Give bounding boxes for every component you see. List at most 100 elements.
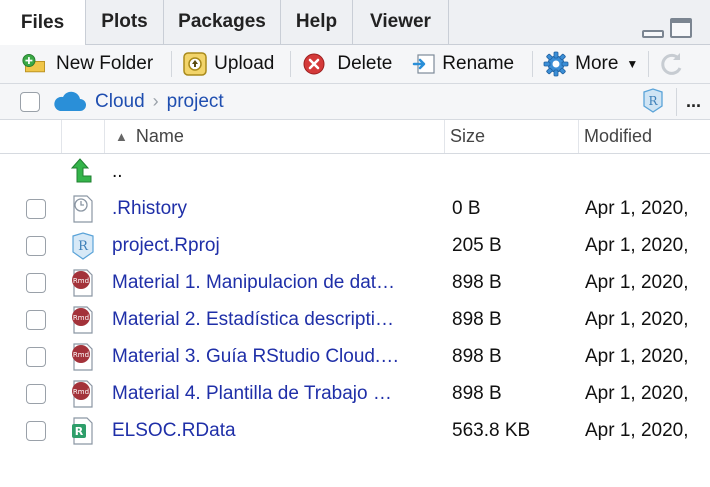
upload-label: Upload (214, 53, 275, 74)
maximize-pane-icon[interactable] (670, 18, 692, 38)
table-row[interactable]: Rmd Material 4. Plantilla de Trabajo … 8… (0, 375, 710, 412)
sort-ascending-icon: ▲ (115, 129, 128, 144)
more-menu-button[interactable]: More ▼ (543, 45, 638, 83)
file-name-link[interactable]: Material 2. Estadística descripti… (112, 309, 442, 331)
row-checkbox[interactable] (26, 272, 46, 293)
row-checkbox[interactable] (26, 309, 46, 330)
table-row[interactable]: R ELSOC.RData 563.8 KB Apr 1, 2020, (0, 412, 710, 449)
tab-viewer[interactable]: Viewer (353, 0, 449, 44)
row-checkbox[interactable] (26, 198, 46, 219)
table-row[interactable]: Rmd Material 2. Estadística descripti… 8… (0, 301, 710, 338)
toolbar-divider (648, 51, 650, 77)
upload-icon (182, 51, 208, 77)
select-all-checkbox[interactable] (20, 91, 40, 112)
file-list-header: ▲ Name Size Modified (0, 120, 710, 154)
delete-button[interactable]: Delete (301, 45, 392, 83)
header-icon-column (62, 120, 105, 153)
toolbar-divider (171, 51, 173, 77)
tab-help[interactable]: Help (281, 0, 353, 44)
more-label: More (575, 53, 619, 74)
gear-icon (543, 51, 569, 77)
delete-icon (301, 51, 327, 77)
breadcrumb-project[interactable]: project (167, 91, 224, 113)
rename-label: Rename (442, 53, 515, 74)
file-modified: Apr 1, 2020, (585, 419, 689, 441)
file-size: 205 B (452, 234, 502, 256)
file-size: 898 B (452, 382, 502, 404)
file-size: 898 B (452, 308, 502, 330)
go-to-project-icon[interactable]: R (640, 88, 666, 114)
tab-packages[interactable]: Packages (164, 0, 281, 44)
header-name[interactable]: ▲ Name (105, 120, 445, 153)
rdata-file-icon: R (70, 417, 96, 445)
file-modified: Apr 1, 2020, (585, 234, 689, 256)
rename-button[interactable]: Rename (412, 45, 514, 83)
chevron-down-icon: ▼ (626, 57, 639, 71)
row-checkbox[interactable] (26, 346, 46, 367)
table-row[interactable]: .Rhistory 0 B Apr 1, 2020, (0, 190, 710, 227)
breadcrumb: Cloud › project R ... (0, 84, 710, 120)
tab-files[interactable]: Files (0, 0, 86, 45)
row-checkbox[interactable] (26, 420, 46, 441)
svg-text:Rmd: Rmd (73, 277, 89, 285)
svg-text:Rmd: Rmd (73, 314, 89, 322)
more-path-button[interactable]: ... (686, 91, 701, 112)
file-name-link[interactable]: project.Rproj (112, 235, 442, 257)
new-folder-label: New Folder (56, 53, 154, 74)
file-modified: Apr 1, 2020, (585, 308, 689, 330)
svg-text:Rmd: Rmd (73, 351, 89, 359)
toolbar-divider (676, 88, 677, 116)
file-name-link[interactable]: Material 4. Plantilla de Trabajo … (112, 383, 442, 405)
breadcrumb-separator-icon: › (152, 91, 159, 111)
file-modified: Apr 1, 2020, (585, 271, 689, 293)
up-arrow-icon (70, 157, 96, 185)
header-size[interactable]: Size (445, 120, 579, 153)
new-folder-button[interactable]: New Folder (22, 45, 153, 83)
svg-text:R: R (75, 425, 84, 438)
rproj-file-icon: R (70, 232, 96, 260)
file-name-link[interactable]: .Rhistory (112, 198, 442, 220)
toolbar-divider (532, 51, 534, 77)
file-modified: Apr 1, 2020, (585, 345, 689, 367)
file-name-link[interactable]: ELSOC.RData (112, 420, 442, 442)
row-checkbox[interactable] (26, 235, 46, 256)
pane-tab-bar: Files Plots Packages Help Viewer (0, 0, 710, 45)
cloud-icon (52, 91, 86, 113)
breadcrumb-cloud[interactable]: Cloud (95, 91, 145, 113)
history-file-icon (70, 195, 96, 223)
rmd-file-icon: Rmd (70, 269, 96, 297)
delete-label: Delete (337, 53, 393, 74)
svg-text:R: R (648, 94, 658, 108)
toolbar-divider (290, 51, 292, 77)
file-size: 0 B (452, 197, 481, 219)
header-size-label: Size (450, 126, 486, 146)
file-list: .. .Rhistory 0 B Apr 1, 2020, R project.… (0, 154, 710, 449)
file-size: 898 B (452, 345, 502, 367)
minimize-pane-icon[interactable] (642, 30, 664, 38)
file-modified: Apr 1, 2020, (585, 197, 689, 219)
row-checkbox[interactable] (26, 383, 46, 404)
svg-text:R: R (78, 239, 89, 254)
header-name-label: Name (135, 126, 184, 146)
header-modified-label: Modified (584, 126, 653, 146)
table-row[interactable]: Rmd Material 3. Guía RStudio Cloud.… 898… (0, 338, 710, 375)
header-checkbox-column (0, 120, 62, 153)
rmd-file-icon: Rmd (70, 380, 96, 408)
table-row[interactable]: Rmd Material 1. Manipulacion de dat… 898… (0, 264, 710, 301)
parent-folder-row[interactable]: .. (0, 154, 710, 190)
svg-text:Rmd: Rmd (73, 388, 89, 396)
file-size: 898 B (452, 271, 502, 293)
upload-button[interactable]: Upload (182, 45, 274, 83)
file-name-link[interactable]: Material 3. Guía RStudio Cloud.… (112, 346, 442, 368)
files-toolbar: New Folder Upload Delete Rename More ▼ (0, 45, 710, 84)
tab-plots[interactable]: Plots (86, 0, 164, 44)
header-modified[interactable]: Modified (579, 120, 652, 153)
refresh-icon[interactable] (659, 51, 685, 77)
table-row[interactable]: R project.Rproj 205 B Apr 1, 2020, (0, 227, 710, 264)
parent-folder-link[interactable]: .. (112, 161, 123, 183)
file-modified: Apr 1, 2020, (585, 382, 689, 404)
file-name-link[interactable]: Material 1. Manipulacion de dat… (112, 272, 442, 294)
rename-icon (412, 51, 438, 77)
new-folder-icon (22, 51, 48, 77)
file-size: 563.8 KB (452, 419, 531, 441)
